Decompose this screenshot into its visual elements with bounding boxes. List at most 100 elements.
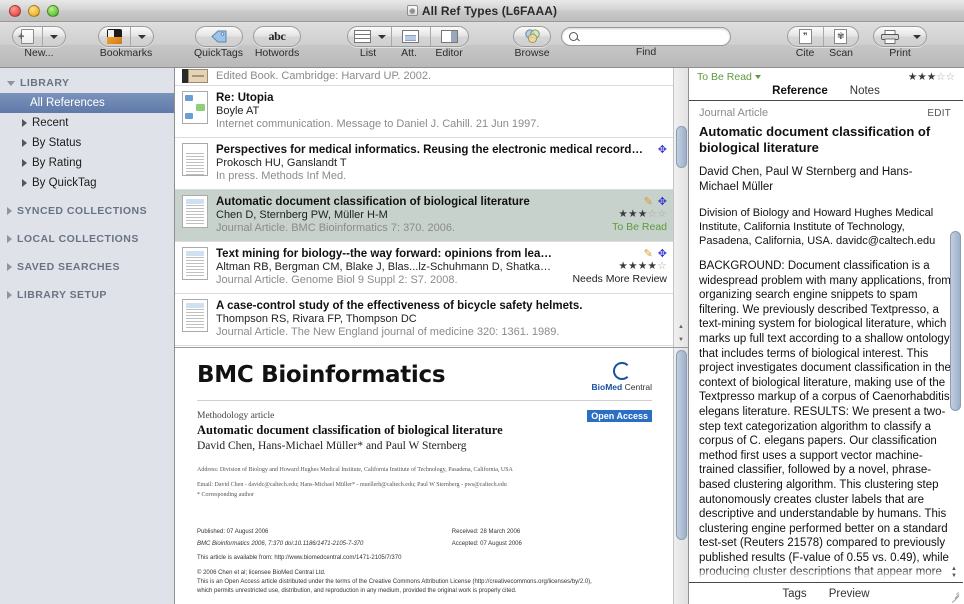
sidebar-item-all-references[interactable]: All References: [0, 93, 174, 113]
toolbar-browse[interactable]: Browse: [513, 22, 551, 59]
pdf-preview-pane[interactable]: BMC Bioinformatics BioMed Central Open A…: [175, 348, 688, 604]
row-meta: Journal Article. The New England journal…: [216, 326, 667, 339]
new-menu-arrow[interactable]: [43, 27, 65, 46]
detail-tabs: Reference Notes: [689, 85, 963, 101]
article-thumb: [182, 299, 208, 332]
window-title-text: All Ref Types (L6FAAA): [422, 4, 557, 18]
sidebar-section-synced-collections[interactable]: SYNCED COLLECTIONS: [0, 201, 174, 221]
article-thumb: [182, 195, 208, 228]
disclosure-triangle-icon[interactable]: [7, 263, 12, 271]
sidebar-section-saved-searches[interactable]: SAVED SEARCHES: [0, 257, 174, 277]
tab-tags[interactable]: Tags: [782, 588, 806, 600]
toolbar-find[interactable]: Find: [561, 22, 731, 58]
toolbar-print[interactable]: Print: [873, 22, 927, 59]
reference-list[interactable]: Edited Book. Cambridge: Harvard UP. 2002…: [175, 68, 688, 348]
toolbar-hotwords[interactable]: abc Hotwords: [253, 22, 301, 59]
disclosure-triangle-icon[interactable]: [7, 291, 12, 299]
list-menu-arrow[interactable]: [377, 27, 391, 46]
detail-scrollbar-thumb[interactable]: [950, 231, 961, 411]
table-row[interactable]: Edited Book. Cambridge: Harvard UP. 2002…: [175, 68, 673, 86]
search-field[interactable]: [561, 27, 731, 46]
detail-reference-type: Journal Article: [699, 107, 768, 119]
list-view-icon[interactable]: [348, 27, 377, 46]
disclosure-triangle-icon[interactable]: [7, 81, 15, 86]
toolbar-print-label: Print: [889, 47, 911, 59]
disclosure-triangle-icon[interactable]: [22, 179, 27, 187]
sidebar-item-by-rating[interactable]: By Rating: [0, 153, 174, 173]
search-input[interactable]: [582, 31, 723, 43]
printer-icon[interactable]: [874, 27, 906, 46]
table-row[interactable]: Re: Utopia Boyle AT Internet communicati…: [175, 86, 673, 138]
row-title: Re: Utopia: [216, 91, 667, 105]
scroll-up-arrow[interactable]: ▲: [674, 321, 688, 334]
scrollbar-arrows[interactable]: ▲ ▼: [674, 321, 688, 347]
app-window: ◉ All Ref Types (L6FAAA) New...: [0, 0, 964, 604]
sidebar-section-library-setup[interactable]: LIBRARY SETUP: [0, 285, 174, 305]
edit-pencil-icon[interactable]: ✎: [644, 247, 653, 260]
tab-notes[interactable]: Notes: [850, 85, 880, 97]
row-meta: In press. Methods Inf Med.: [216, 170, 643, 183]
pdf-article-type: Methodology article: [197, 411, 652, 421]
tab-preview[interactable]: Preview: [829, 588, 870, 600]
row-status: To Be Read: [575, 221, 667, 234]
edit-pencil-icon[interactable]: ✎: [644, 195, 653, 208]
detail-status-dropdown[interactable]: To Be Read: [697, 71, 761, 83]
table-row[interactable]: Perspectives for medical informatics. Re…: [175, 138, 673, 190]
editor-view-icon[interactable]: [431, 27, 469, 46]
detail-rating-stars[interactable]: ★★★☆☆: [908, 71, 955, 83]
sidebar-item-by-status[interactable]: By Status: [0, 133, 174, 153]
scan-icon[interactable]: ✾: [824, 27, 859, 46]
new-document-icon[interactable]: [13, 27, 42, 46]
row-rating-stars[interactable]: ★★★☆☆: [575, 208, 667, 221]
abc-icon[interactable]: abc: [261, 27, 292, 46]
pdf-corresponding: * Corresponding author: [197, 491, 652, 500]
main-body: LIBRARY All References Recent By Status …: [0, 68, 964, 604]
chevron-down-icon[interactable]: [755, 75, 761, 79]
attachment-diamond-icon[interactable]: ✥: [658, 247, 667, 260]
browse-icon[interactable]: [517, 27, 548, 46]
sidebar-section-label: LOCAL COLLECTIONS: [17, 233, 139, 245]
pdf-dates: Published: 07 August 2006 Received: 28 M…: [197, 528, 652, 563]
tag-icon[interactable]: [204, 27, 234, 46]
disclosure-triangle-icon[interactable]: [22, 139, 27, 147]
toolbar-browse-label: Browse: [515, 47, 550, 59]
tab-reference[interactable]: Reference: [772, 85, 828, 97]
detail-scroll-arrows[interactable]: ▲▼: [951, 566, 957, 580]
quote-icon[interactable]: ❞: [788, 27, 823, 46]
table-row[interactable]: A case-control study of the effectivenes…: [175, 294, 673, 346]
disclosure-triangle-icon[interactable]: [22, 159, 27, 167]
attachment-view-icon[interactable]: [392, 27, 430, 46]
biomed-central-logo: BioMed Central: [592, 362, 652, 392]
attachment-diamond-icon[interactable]: ✥: [658, 195, 667, 208]
attachment-diamond-icon[interactable]: ✥: [658, 143, 667, 156]
article-thumb: [182, 143, 208, 176]
sidebar-item-recent[interactable]: Recent: [0, 113, 174, 133]
row-title: Automatic document classification of bio…: [216, 195, 567, 209]
sidebar-item-by-quicktag[interactable]: By QuickTag: [0, 173, 174, 193]
resize-grip[interactable]: [950, 591, 962, 603]
disclosure-triangle-icon[interactable]: [7, 235, 12, 243]
pdf-emails: Email: David Chen - davidc@caltech.edu; …: [197, 481, 652, 490]
bookmarks-menu-arrow[interactable]: [131, 27, 153, 46]
sidebar-section-library[interactable]: LIBRARY: [0, 73, 174, 93]
edit-button[interactable]: EDIT: [927, 108, 951, 119]
print-menu-arrow[interactable]: [906, 27, 928, 46]
table-row[interactable]: Automatic document classification of bio…: [175, 190, 673, 242]
disclosure-triangle-icon[interactable]: [7, 207, 12, 215]
toolbar-bookmarks[interactable]: Bookmarks: [98, 22, 154, 59]
pdf-scrollbar-thumb[interactable]: [676, 350, 687, 540]
pdf-available-from[interactable]: This article is available from: http://w…: [197, 555, 401, 561]
scrollbar-thumb[interactable]: [676, 126, 687, 168]
toolbar-new[interactable]: New...: [12, 22, 66, 59]
row-rating-stars[interactable]: ★★★★☆: [563, 260, 667, 273]
pdf-scrollbar[interactable]: [673, 348, 688, 604]
reference-list-scrollbar[interactable]: ▲ ▼: [673, 68, 688, 347]
detail-body[interactable]: Journal Article EDIT Automatic document …: [689, 101, 963, 582]
sidebar-section-local-collections[interactable]: LOCAL COLLECTIONS: [0, 229, 174, 249]
toolbar-quicktags[interactable]: QuickTags: [194, 22, 243, 59]
disclosure-triangle-icon[interactable]: [22, 119, 27, 127]
scroll-down-arrow[interactable]: ▼: [674, 334, 688, 347]
bookmarks-icon[interactable]: [99, 27, 130, 46]
detail-scrollbar[interactable]: ▲▼: [950, 101, 961, 582]
table-row[interactable]: Text mining for biology--the way forward…: [175, 242, 673, 294]
